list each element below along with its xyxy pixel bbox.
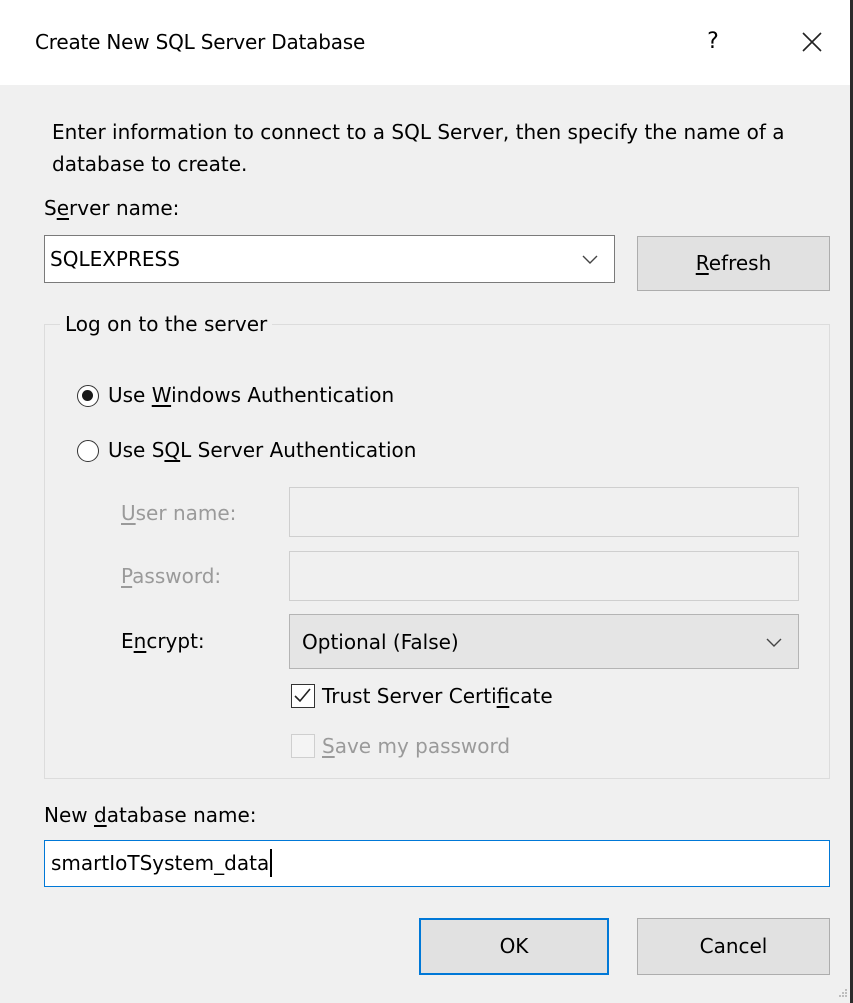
checkmark-icon — [294, 688, 311, 703]
username-input[interactable] — [289, 487, 799, 537]
password-label: Password: — [121, 564, 222, 588]
server-name-label: Server name: — [44, 196, 180, 220]
trust-cert-checkbox[interactable] — [291, 684, 315, 708]
intro-text: Enter information to connect to a SQL Se… — [52, 120, 785, 176]
refresh-button[interactable]: Refresh — [637, 236, 830, 291]
help-button[interactable]: ? — [693, 24, 733, 60]
trust-cert-label[interactable]: Trust Server Certificate — [322, 684, 553, 708]
chevron-down-icon[interactable] — [764, 633, 784, 651]
windows-auth-radio[interactable] — [77, 385, 99, 407]
encrypt-label: Encrypt: — [121, 629, 205, 653]
dialog-title: Create New SQL Server Database — [35, 30, 366, 54]
save-password-label[interactable]: Save my password — [322, 734, 510, 758]
close-button[interactable] — [790, 22, 834, 62]
sql-auth-radio[interactable] — [77, 440, 99, 462]
logon-group-title: Log on to the server — [60, 312, 273, 336]
cancel-button[interactable]: Cancel — [637, 918, 830, 975]
ok-button[interactable]: OK — [419, 918, 609, 975]
radio-selected-dot — [82, 390, 93, 401]
chevron-down-icon[interactable] — [580, 250, 600, 268]
username-label: User name: — [121, 501, 237, 525]
encrypt-value[interactable]: Optional (False) — [302, 630, 459, 654]
save-password-checkbox[interactable] — [291, 734, 315, 758]
new-db-label: New database name: — [44, 803, 257, 827]
close-icon — [802, 32, 822, 52]
encrypt-dropdown[interactable]: Optional (False) — [289, 614, 799, 669]
text-caret — [270, 849, 272, 877]
new-db-value[interactable]: smartIoTSystem_data — [51, 851, 269, 875]
server-name-value[interactable]: SQLEXPRESS — [50, 247, 180, 271]
password-input[interactable] — [289, 551, 799, 601]
sql-auth-label[interactable]: Use SQL Server Authentication — [108, 438, 416, 462]
resize-grip-icon[interactable] — [838, 988, 848, 998]
server-name-combobox[interactable]: SQLEXPRESS — [44, 235, 615, 283]
new-db-input[interactable]: smartIoTSystem_data — [44, 840, 830, 887]
windows-auth-label[interactable]: Use Windows Authentication — [108, 383, 394, 407]
